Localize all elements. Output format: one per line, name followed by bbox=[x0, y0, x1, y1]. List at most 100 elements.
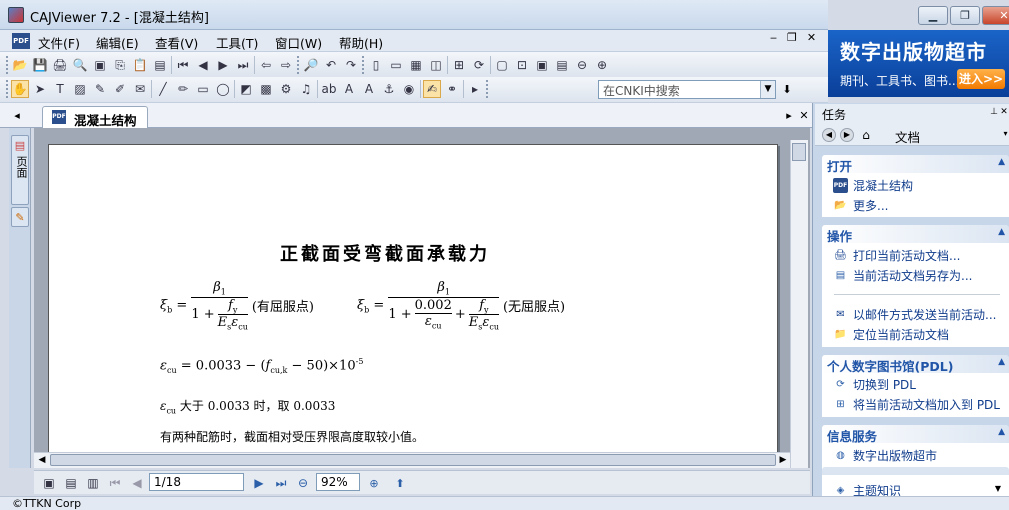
pencil-icon[interactable]: ✏ bbox=[174, 80, 192, 98]
book-view-icon[interactable]: ◫ bbox=[427, 56, 445, 74]
first-page-nav-icon[interactable]: ⏮ bbox=[106, 474, 124, 492]
last-page-nav-icon[interactable]: ⏭ bbox=[272, 474, 290, 492]
fit-page-icon[interactable]: ▤ bbox=[553, 56, 571, 74]
forward-circle-icon[interactable]: ▶ bbox=[840, 128, 854, 142]
annotation-pencil-icon[interactable]: ✎ bbox=[11, 207, 29, 227]
task-save-as[interactable]: ▤ 当前活动文档另存为... bbox=[833, 267, 973, 284]
task-switch-pdl[interactable]: ⟳ 切换到 PDL bbox=[833, 376, 916, 393]
tab-scroll-left-icon[interactable]: ◂ bbox=[10, 108, 24, 122]
page-up-arrow-icon[interactable]: ⬆ bbox=[392, 475, 408, 491]
network-icon[interactable]: ⚭ bbox=[443, 80, 461, 98]
menu-view[interactable]: 查看(V) bbox=[155, 33, 198, 52]
single-page-icon[interactable]: ▯ bbox=[367, 56, 385, 74]
search-dropdown-icon[interactable]: ▼ bbox=[760, 81, 775, 98]
task-digital-market[interactable]: ◍ 数字出版物超市 bbox=[833, 447, 937, 464]
back-circle-icon[interactable]: ◀ bbox=[822, 128, 836, 142]
collapse-icon[interactable]: ▲ bbox=[998, 228, 1005, 237]
section-pdl-header[interactable]: 个人数字图书馆(PDL) ▲ bbox=[822, 355, 1009, 374]
cnki-search-input[interactable]: 在CNKI中搜索 bbox=[598, 80, 776, 99]
task-open-document[interactable]: PDF 混凝土结构 bbox=[833, 177, 913, 194]
last-page-icon[interactable]: ⏭ bbox=[234, 56, 252, 74]
zoom-in-nav-icon[interactable]: ⊕ bbox=[366, 475, 382, 491]
undo-icon[interactable]: ↶ bbox=[322, 56, 340, 74]
task-pane-dropdown-icon[interactable]: ▾ bbox=[1002, 129, 1009, 139]
fullscreen-icon[interactable]: ▢ bbox=[493, 56, 511, 74]
print-icon[interactable]: 🖨 bbox=[51, 56, 69, 74]
collapse-icon[interactable]: ▲ bbox=[998, 428, 1005, 437]
section-open-header[interactable]: 打开 ▲ bbox=[822, 155, 1009, 174]
back-icon[interactable]: ⇦ bbox=[257, 56, 275, 74]
zoom-out-icon[interactable]: ⊖ bbox=[573, 56, 591, 74]
doc-close-icon[interactable]: ✕ bbox=[807, 32, 816, 43]
next-page-icon[interactable]: ▶ bbox=[214, 56, 232, 74]
section-info-header[interactable]: 信息服务 ▲ bbox=[822, 425, 1009, 444]
layout-icon[interactable]: ⊞ bbox=[450, 56, 468, 74]
page-number-input[interactable]: 1/18 bbox=[149, 473, 244, 491]
continuous-page-icon[interactable]: ▭ bbox=[387, 56, 405, 74]
audio-icon[interactable]: ♫ bbox=[297, 80, 315, 98]
eraser-icon[interactable]: ◩ bbox=[237, 80, 255, 98]
save-icon[interactable]: 💾 bbox=[31, 56, 49, 74]
toolbar-grip[interactable] bbox=[362, 56, 365, 74]
home-icon[interactable]: ⌂ bbox=[858, 127, 874, 143]
menu-help[interactable]: 帮助(H) bbox=[339, 33, 383, 52]
note-icon[interactable]: ✉ bbox=[131, 80, 149, 98]
hand-tool-icon[interactable]: ✋ bbox=[11, 80, 29, 98]
gear-icon[interactable]: ⚙ bbox=[277, 80, 295, 98]
select-arrow-icon[interactable]: ➤ bbox=[31, 80, 49, 98]
highlight-icon[interactable]: ✐ bbox=[111, 80, 129, 98]
doc-restore-icon[interactable]: ❐ bbox=[787, 32, 797, 43]
play-icon[interactable]: ▸ bbox=[466, 80, 484, 98]
task-print[interactable]: 🖨 打印当前活动文档... bbox=[833, 247, 960, 264]
vertical-scrollbar[interactable] bbox=[790, 140, 808, 468]
menu-file[interactable]: 文件(F) bbox=[38, 33, 80, 52]
anchor-icon[interactable]: ⚓ bbox=[380, 80, 398, 98]
toolbar-grip[interactable] bbox=[6, 80, 9, 98]
minimize-icon[interactable]: ▁ bbox=[918, 6, 948, 25]
line-icon[interactable]: ╱ bbox=[154, 80, 172, 98]
tab-scroll-right-icon[interactable]: ▸ bbox=[782, 108, 796, 122]
menu-tools[interactable]: 工具(T) bbox=[216, 33, 258, 52]
task-more[interactable]: 📂 更多... bbox=[833, 197, 888, 214]
stamp-icon[interactable]: ◉ bbox=[400, 80, 418, 98]
zoom-in-icon[interactable]: ⊕ bbox=[593, 56, 611, 74]
task-add-pdl[interactable]: ⊞ 将当前活动文档加入到 PDL bbox=[833, 396, 1000, 413]
copy-icon[interactable]: ⎘ bbox=[111, 56, 129, 74]
rectangle-icon[interactable]: ▭ bbox=[194, 80, 212, 98]
notes-icon[interactable]: ✍ bbox=[423, 80, 441, 98]
outline-panel-button[interactable]: ▤ 页面 bbox=[11, 135, 29, 205]
close-icon[interactable]: ✕ bbox=[982, 6, 1009, 25]
paste-icon[interactable]: 📋 bbox=[131, 56, 149, 74]
ellipse-icon[interactable]: ◯ bbox=[214, 80, 232, 98]
maximize-icon[interactable]: ❐ bbox=[950, 6, 980, 25]
collapse-icon[interactable]: ▲ bbox=[998, 358, 1005, 367]
rotate-icon[interactable]: ⟳ bbox=[470, 56, 488, 74]
prev-page-icon[interactable]: ◀ bbox=[194, 56, 212, 74]
first-page-icon[interactable]: ⏮ bbox=[174, 56, 192, 74]
actual-size-icon[interactable]: ▣ bbox=[533, 56, 551, 74]
properties-icon[interactable]: ▤ bbox=[151, 56, 169, 74]
zoom-level-input[interactable]: 92% bbox=[316, 473, 360, 491]
select-text-icon[interactable]: T bbox=[51, 80, 69, 98]
menu-window[interactable]: 窗口(W) bbox=[275, 33, 322, 52]
task-locate[interactable]: 📁 定位当前活动文档 bbox=[833, 326, 949, 343]
find-icon[interactable]: 🔎 bbox=[302, 56, 320, 74]
tab-close-icon[interactable]: ✕ bbox=[797, 108, 811, 122]
select-image-icon[interactable]: ▨ bbox=[71, 80, 89, 98]
spell-icon[interactable]: ab bbox=[320, 80, 338, 98]
facing-page-icon[interactable]: ▦ bbox=[407, 56, 425, 74]
vertical-scroll-thumb[interactable] bbox=[792, 143, 806, 161]
redo-icon[interactable]: ↷ bbox=[342, 56, 360, 74]
single-view-icon[interactable]: ▣ bbox=[40, 474, 58, 492]
facing-view-icon[interactable]: ▥ bbox=[84, 474, 102, 492]
task-pane-close-icon[interactable]: ✕ bbox=[998, 106, 1009, 118]
task-email[interactable]: ✉ 以邮件方式发送当前活动... bbox=[833, 306, 996, 323]
image-icon[interactable]: ▩ bbox=[257, 80, 275, 98]
toolbar-grip[interactable] bbox=[297, 56, 300, 74]
text-color-icon[interactable]: A bbox=[360, 80, 378, 98]
toolbar-grip[interactable] bbox=[6, 56, 9, 74]
scan-icon[interactable]: ▣ bbox=[91, 56, 109, 74]
doc-minimize-icon[interactable]: ‒ bbox=[770, 32, 777, 43]
toolbar-grip[interactable] bbox=[486, 80, 489, 98]
forward-icon[interactable]: ⇨ bbox=[277, 56, 295, 74]
